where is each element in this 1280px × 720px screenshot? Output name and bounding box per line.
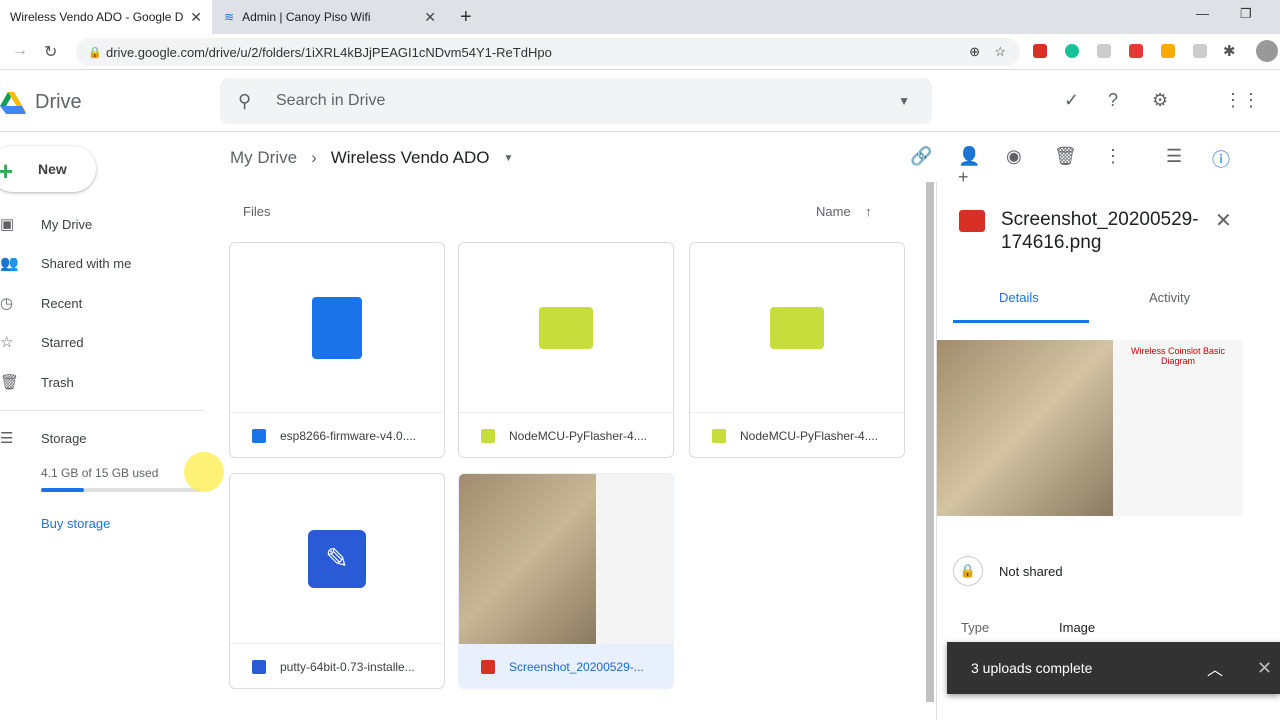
more-icon[interactable]: ⋮: [1104, 146, 1122, 167]
minimize-button[interactable]: —: [1196, 6, 1209, 21]
drive-icon: ▣: [0, 216, 15, 233]
puzzle-icon[interactable]: ✱: [1223, 42, 1237, 60]
people-icon: 👥: [0, 255, 19, 272]
buy-storage-link[interactable]: Buy storage: [41, 516, 110, 531]
close-tab-icon[interactable]: ✕: [424, 9, 436, 26]
image-thumbnail: [459, 474, 673, 644]
divider: [0, 410, 204, 411]
extension-icon[interactable]: [1161, 44, 1175, 58]
prop-value: Image: [1059, 620, 1096, 635]
file-card[interactable]: ✎ putty-64bit-0.73-installe...: [229, 473, 445, 689]
sidebar-item-my-drive[interactable]: ▣ My Drive: [0, 209, 200, 239]
image-preview: Wireless Coinslot Basic Diagram: [937, 340, 1247, 516]
sidebar-item-shared[interactable]: 👥 Shared with me: [0, 248, 200, 278]
lock-icon: 🔒: [88, 46, 102, 59]
breadcrumb-folder[interactable]: Wireless Vendo ADO: [331, 148, 490, 168]
storage-bar: [41, 488, 201, 492]
sharing-status: Not shared: [999, 564, 1063, 579]
installer-thumbnail: ✎: [230, 474, 444, 644]
tab-details[interactable]: Details: [999, 290, 1039, 305]
new-tab-button[interactable]: +: [460, 6, 472, 29]
browser-tab[interactable]: Wireless Vendo ADO - Google D ✕: [0, 0, 212, 34]
details-panel: Screenshot_20200529-174616.png ✕ Details…: [936, 182, 1258, 720]
search-input[interactable]: ⚲ Search in Drive ▼: [220, 78, 932, 124]
storage-used: 4.1 GB of 15 GB used: [41, 466, 159, 480]
link-icon[interactable]: 🔗: [910, 146, 932, 167]
maximize-button[interactable]: ❐: [1240, 6, 1252, 22]
app-name: Drive: [35, 91, 82, 113]
doc-icon: [252, 429, 266, 443]
close-icon[interactable]: ✕: [1257, 658, 1272, 679]
image-icon: [481, 660, 495, 674]
file-card-selected[interactable]: Screenshot_20200529-...: [458, 473, 674, 689]
url-input[interactable]: 🔒 drive.google.com/drive/u/2/folders/1iXR…: [76, 38, 1020, 66]
new-button[interactable]: + New: [0, 146, 96, 192]
offline-check-icon[interactable]: ✓: [1064, 90, 1079, 111]
browser-tab[interactable]: ≋ Admin | Canoy Piso Wifi ✕: [214, 0, 446, 34]
cursor-highlight: [184, 452, 224, 492]
extension-icon[interactable]: [1097, 44, 1111, 58]
main-content: My Drive › Wireless Vendo ADO ▼ 🔗 👤+ ◉ 🗑 ⋮ …: [220, 132, 1230, 720]
add-icon[interactable]: ⊕: [969, 44, 980, 60]
file-card[interactable]: NodeMCU-PyFlasher-4....: [458, 242, 674, 458]
settings-icon[interactable]: ⚙: [1152, 90, 1168, 111]
image-icon: [959, 210, 985, 232]
scrollbar[interactable]: [926, 182, 934, 702]
plus-icon: +: [0, 156, 14, 186]
extension-icon[interactable]: [1129, 44, 1143, 58]
sidebar-item-recent[interactable]: ◷ Recent: [0, 288, 200, 318]
installer-icon: [252, 660, 266, 674]
trash-icon: 🗑: [0, 374, 20, 391]
grammarly-icon[interactable]: [1065, 44, 1079, 58]
browser-tab-bar: Wireless Vendo ADO - Google D ✕ ≋ Admin | …: [0, 0, 1280, 34]
tab-indicator: [953, 320, 1089, 323]
sidebar: + New ▣ My Drive 👥 Shared with me ◷ Recent ☆…: [0, 132, 210, 720]
preview-icon[interactable]: ◉: [1006, 146, 1022, 167]
drive-logo: [0, 92, 26, 114]
doc-thumbnail: [230, 243, 444, 413]
chevron-right-icon: ›: [311, 148, 317, 167]
upload-toast: 3 uploads complete ︿ ✕: [947, 642, 1280, 694]
extension-icon[interactable]: [1193, 44, 1207, 58]
file-card[interactable]: NodeMCU-PyFlasher-4....: [689, 242, 905, 458]
exe-thumbnail: [459, 243, 673, 413]
close-tab-icon[interactable]: ✕: [190, 9, 202, 26]
help-icon[interactable]: ?: [1108, 90, 1118, 111]
chevron-down-icon[interactable]: ▼: [503, 153, 513, 164]
files-heading: Files: [243, 204, 271, 219]
tab-activity[interactable]: Activity: [1149, 290, 1190, 305]
search-options-icon[interactable]: ▼: [898, 94, 910, 108]
forward-icon[interactable]: →: [12, 42, 28, 60]
clock-icon: ◷: [0, 295, 14, 312]
prop-label: Type: [961, 620, 990, 635]
exe-thumbnail: [690, 243, 904, 413]
star-icon: ☆: [0, 334, 14, 351]
breadcrumb: My Drive › Wireless Vendo ADO ▼: [230, 148, 513, 168]
address-bar: → ↻ 🔒 drive.google.com/drive/u/2/folders/…: [0, 34, 1280, 70]
breadcrumb-my-drive[interactable]: My Drive: [230, 148, 297, 168]
wifi-icon: ≋: [224, 10, 235, 24]
info-icon[interactable]: ⓘ: [1212, 146, 1230, 172]
adblock-icon[interactable]: [1033, 44, 1047, 58]
exe-icon: [712, 429, 726, 443]
file-card[interactable]: esp8266-firmware-v4.0....: [229, 242, 445, 458]
chevron-up-icon[interactable]: ︿: [1207, 656, 1223, 680]
sidebar-item-trash[interactable]: 🗑 Trash: [0, 367, 200, 397]
drive-header: Drive ⚲ Search in Drive ▼ ✓ ? ⚙ ⋮⋮: [0, 70, 1280, 132]
sidebar-item-storage[interactable]: ☰ Storage: [0, 423, 200, 453]
star-icon[interactable]: ☆: [994, 44, 1006, 60]
details-title: Screenshot_20200529-174616.png: [1001, 209, 1199, 253]
lock-icon: 🔒: [953, 556, 983, 586]
reload-icon[interactable]: ↻: [44, 42, 57, 62]
sidebar-item-starred[interactable]: ☆ Starred: [0, 327, 200, 357]
trash-icon[interactable]: 🗑: [1054, 146, 1077, 167]
search-icon: ⚲: [238, 90, 252, 111]
apps-icon[interactable]: ⋮⋮: [1224, 90, 1260, 111]
close-icon[interactable]: ✕: [1215, 208, 1232, 233]
profile-avatar[interactable]: [1256, 40, 1278, 62]
list-view-icon[interactable]: ☰: [1166, 146, 1182, 167]
storage-icon: ☰: [0, 430, 14, 447]
sort-button[interactable]: Name ↑: [816, 204, 872, 219]
exe-icon: [481, 429, 495, 443]
